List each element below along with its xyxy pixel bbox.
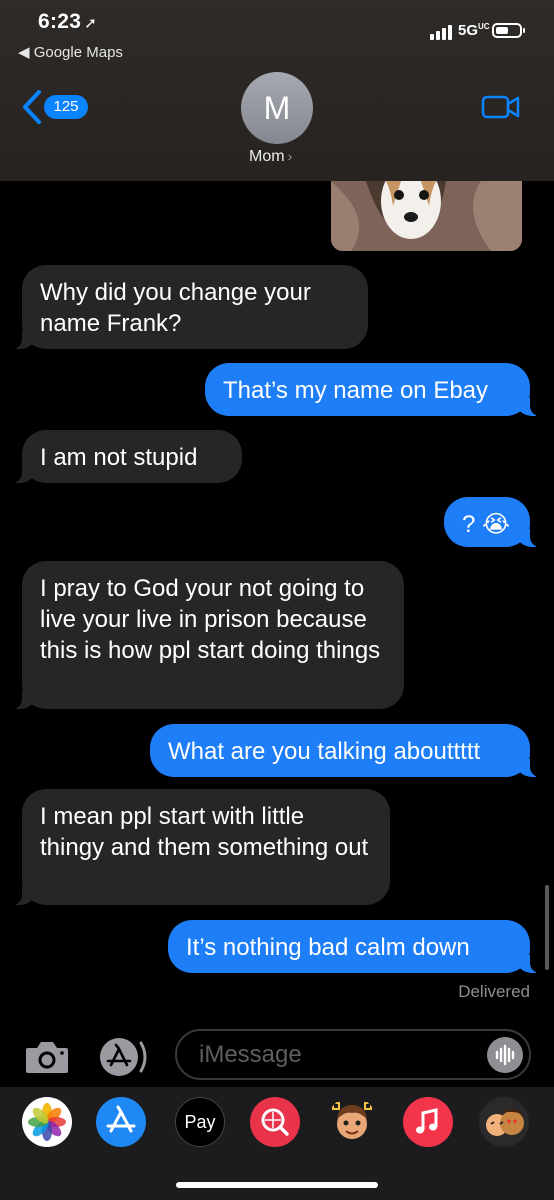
cellular-signal-icon — [430, 22, 454, 40]
apps-button[interactable] — [97, 1037, 153, 1082]
network-type: 5GUC — [458, 22, 490, 39]
apple-pay-icon[interactable]: Pay — [175, 1097, 225, 1147]
scrollbar[interactable] — [545, 885, 549, 970]
photo-message[interactable] — [331, 181, 522, 251]
incoming-message[interactable]: I am not stupid — [12, 430, 242, 483]
delivered-status: Delivered — [458, 982, 530, 1001]
camera-icon — [26, 1042, 68, 1073]
memoji-stickers-icon[interactable] — [479, 1097, 529, 1147]
video-camera-icon — [481, 95, 520, 119]
contact-avatar[interactable]: M — [241, 72, 313, 144]
back-to-app-link[interactable]: ◀ Google Maps — [18, 43, 123, 61]
music-icon[interactable] — [403, 1097, 453, 1147]
time-text: 6:23 — [38, 10, 82, 33]
status-time: 6:23 ➚ — [38, 10, 97, 34]
chevron-right-icon: › — [287, 148, 293, 164]
outgoing-message[interactable]: That’s my name on Ebay — [205, 363, 540, 416]
outgoing-message[interactable]: It’s nothing bad calm down — [168, 920, 540, 973]
contact-name-button[interactable]: Mom › — [249, 148, 292, 166]
facetime-video-button[interactable] — [481, 94, 521, 120]
photos-icon[interactable] — [22, 1097, 72, 1147]
message-input[interactable]: iMessage — [175, 1029, 531, 1080]
camera-button[interactable] — [24, 1039, 70, 1080]
incoming-message[interactable]: I mean ppl start with little thingy and … — [12, 789, 390, 905]
audio-message-button[interactable] — [487, 1037, 523, 1073]
conversation-header: 6:23 ➚ ◀ Google Maps 5GUC 125 M Mom › — [0, 0, 554, 181]
home-indicator[interactable] — [176, 1182, 378, 1188]
waveform-icon — [495, 1044, 515, 1066]
outgoing-message[interactable]: ? 😭 — [444, 497, 540, 547]
back-button[interactable]: 125 — [22, 88, 92, 128]
compose-bar: iMessage — [0, 1025, 554, 1087]
web-search-icon[interactable] — [250, 1097, 300, 1147]
unread-badge: 125 — [44, 95, 88, 119]
incoming-message[interactable]: I pray to God your not going to live you… — [12, 561, 404, 709]
incoming-message[interactable]: Why did you change your name Frank? — [12, 265, 368, 349]
location-arrow-icon: ➚ — [84, 15, 98, 32]
dog-photo-image — [331, 181, 522, 251]
chevron-left-icon — [23, 90, 41, 124]
app-store-icon — [100, 1038, 147, 1076]
app-store-icon[interactable] — [96, 1097, 146, 1147]
battery-icon — [492, 23, 525, 38]
memoji-icon[interactable] — [327, 1097, 377, 1147]
outgoing-message[interactable]: What are you talking abouttttt — [150, 724, 540, 777]
